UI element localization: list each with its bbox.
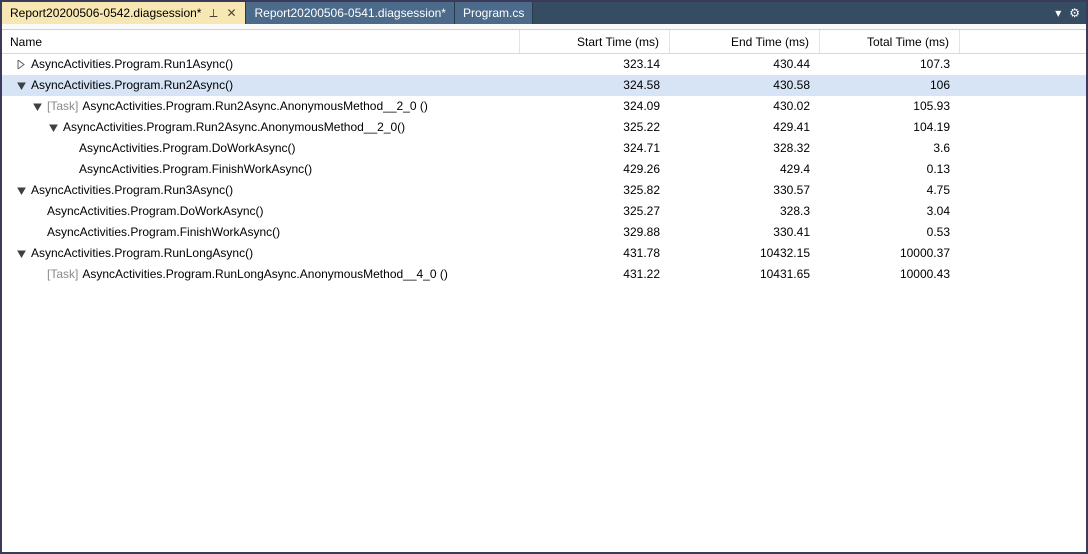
table-row[interactable]: AsyncActivities.Program.Run2Async() 324.5… bbox=[2, 75, 1086, 96]
cell-name: AsyncActivities.Program.Run3Async() bbox=[2, 183, 520, 197]
cell-total: 0.53 bbox=[820, 225, 960, 239]
tab-label: Report20200506-0542.diagsession* bbox=[10, 6, 201, 20]
cell-name: AsyncActivities.Program.Run1Async() bbox=[2, 57, 520, 71]
cell-total: 10000.37 bbox=[820, 246, 960, 260]
cell-total: 4.75 bbox=[820, 183, 960, 197]
close-icon[interactable]: ✕ bbox=[225, 6, 237, 20]
column-header-start[interactable]: Start Time (ms) bbox=[520, 30, 670, 53]
cell-start: 324.09 bbox=[520, 99, 670, 113]
cell-name: [Task] AsyncActivities.Program.RunLongAs… bbox=[2, 267, 520, 281]
cell-end: 430.02 bbox=[670, 99, 820, 113]
cell-start: 325.82 bbox=[520, 183, 670, 197]
cell-end: 10431.65 bbox=[670, 267, 820, 281]
cell-total: 107.3 bbox=[820, 57, 960, 71]
table-row[interactable]: [Task] AsyncActivities.Program.Run2Async… bbox=[2, 96, 1086, 117]
row-name-text: AsyncActivities.Program.Run2Async.Anonym… bbox=[63, 120, 405, 134]
column-header-name[interactable]: Name bbox=[2, 30, 520, 53]
cell-total: 3.04 bbox=[820, 204, 960, 218]
cell-end: 430.44 bbox=[670, 57, 820, 71]
table-row[interactable]: AsyncActivities.Program.RunLongAsync() 43… bbox=[2, 243, 1086, 264]
cell-start: 325.27 bbox=[520, 204, 670, 218]
tab-label: Report20200506-0541.diagsession* bbox=[254, 6, 445, 20]
table-row[interactable]: AsyncActivities.Program.FinishWorkAsync(… bbox=[2, 159, 1086, 180]
row-name-text: AsyncActivities.Program.FinishWorkAsync(… bbox=[79, 162, 312, 176]
task-tag: [Task] bbox=[47, 267, 78, 281]
cell-start: 431.78 bbox=[520, 246, 670, 260]
table-row[interactable]: AsyncActivities.Program.Run2Async.Anonym… bbox=[2, 117, 1086, 138]
table-row[interactable]: AsyncActivities.Program.FinishWorkAsync(… bbox=[2, 222, 1086, 243]
row-name-text: AsyncActivities.Program.DoWorkAsync() bbox=[47, 204, 264, 218]
cell-start: 329.88 bbox=[520, 225, 670, 239]
table-row[interactable]: AsyncActivities.Program.DoWorkAsync() 324… bbox=[2, 138, 1086, 159]
cell-end: 328.3 bbox=[670, 204, 820, 218]
table-row[interactable]: AsyncActivities.Program.DoWorkAsync() 325… bbox=[2, 201, 1086, 222]
cell-total: 10000.43 bbox=[820, 267, 960, 281]
table-row[interactable]: AsyncActivities.Program.Run3Async() 325.8… bbox=[2, 180, 1086, 201]
profiler-grid: Name Start Time (ms) End Time (ms) Total… bbox=[2, 30, 1086, 552]
chevron-down-icon[interactable] bbox=[32, 101, 43, 112]
pin-icon[interactable]: ⟂ bbox=[207, 6, 219, 21]
cell-name: AsyncActivities.Program.FinishWorkAsync(… bbox=[2, 225, 520, 239]
cell-name: AsyncActivities.Program.Run2Async() bbox=[2, 78, 520, 92]
cell-total: 0.13 bbox=[820, 162, 960, 176]
row-name-text: AsyncActivities.Program.Run2Async.Anonym… bbox=[82, 99, 428, 113]
column-header-end[interactable]: End Time (ms) bbox=[670, 30, 820, 53]
chevron-down-icon[interactable] bbox=[16, 248, 27, 259]
cell-total: 105.93 bbox=[820, 99, 960, 113]
tab-program-cs[interactable]: Program.cs bbox=[455, 2, 533, 24]
row-name-text: AsyncActivities.Program.RunLongAsync() bbox=[31, 246, 253, 260]
cell-start: 323.14 bbox=[520, 57, 670, 71]
chevron-down-icon[interactable] bbox=[16, 185, 27, 196]
tab-report-0541[interactable]: Report20200506-0541.diagsession* bbox=[246, 2, 454, 24]
cell-total: 3.6 bbox=[820, 141, 960, 155]
chevron-down-icon[interactable] bbox=[48, 122, 59, 133]
tab-overflow-icon[interactable]: ▾ bbox=[1055, 6, 1061, 20]
tab-label: Program.cs bbox=[463, 6, 524, 20]
grid-header-row: Name Start Time (ms) End Time (ms) Total… bbox=[2, 30, 1086, 54]
row-name-text: AsyncActivities.Program.Run2Async() bbox=[31, 78, 233, 92]
cell-start: 324.58 bbox=[520, 78, 670, 92]
column-header-total[interactable]: Total Time (ms) bbox=[820, 30, 960, 53]
cell-name: [Task] AsyncActivities.Program.Run2Async… bbox=[2, 99, 520, 113]
table-row[interactable]: AsyncActivities.Program.Run1Async() 323.1… bbox=[2, 54, 1086, 75]
chevron-down-icon[interactable] bbox=[16, 80, 27, 91]
row-name-text: AsyncActivities.Program.Run1Async() bbox=[31, 57, 233, 71]
chevron-right-icon[interactable] bbox=[16, 59, 27, 70]
row-name-text: AsyncActivities.Program.FinishWorkAsync(… bbox=[47, 225, 280, 239]
cell-start: 325.22 bbox=[520, 120, 670, 134]
cell-end: 328.32 bbox=[670, 141, 820, 155]
row-name-text: AsyncActivities.Program.Run3Async() bbox=[31, 183, 233, 197]
cell-name: AsyncActivities.Program.FinishWorkAsync(… bbox=[2, 162, 520, 176]
row-name-text: AsyncActivities.Program.DoWorkAsync() bbox=[79, 141, 296, 155]
settings-gear-icon[interactable]: ⚙ bbox=[1069, 6, 1080, 20]
task-tag: [Task] bbox=[47, 99, 78, 113]
cell-name: AsyncActivities.Program.DoWorkAsync() bbox=[2, 204, 520, 218]
cell-name: AsyncActivities.Program.RunLongAsync() bbox=[2, 246, 520, 260]
cell-end: 429.4 bbox=[670, 162, 820, 176]
cell-start: 429.26 bbox=[520, 162, 670, 176]
cell-end: 429.41 bbox=[670, 120, 820, 134]
cell-end: 10432.15 bbox=[670, 246, 820, 260]
grid-body: AsyncActivities.Program.Run1Async() 323.1… bbox=[2, 54, 1086, 285]
row-name-text: AsyncActivities.Program.RunLongAsync.Ano… bbox=[82, 267, 448, 281]
document-tab-strip: Report20200506-0542.diagsession* ⟂ ✕ Rep… bbox=[2, 2, 1086, 24]
cell-total: 104.19 bbox=[820, 120, 960, 134]
tab-strip-controls: ▾ ⚙ bbox=[1055, 2, 1086, 24]
table-row[interactable]: [Task] AsyncActivities.Program.RunLongAs… bbox=[2, 264, 1086, 285]
cell-end: 330.57 bbox=[670, 183, 820, 197]
cell-start: 324.71 bbox=[520, 141, 670, 155]
cell-start: 431.22 bbox=[520, 267, 670, 281]
cell-name: AsyncActivities.Program.Run2Async.Anonym… bbox=[2, 120, 520, 134]
cell-total: 106 bbox=[820, 78, 960, 92]
tab-report-0542[interactable]: Report20200506-0542.diagsession* ⟂ ✕ bbox=[2, 2, 246, 24]
cell-name: AsyncActivities.Program.DoWorkAsync() bbox=[2, 141, 520, 155]
cell-end: 430.58 bbox=[670, 78, 820, 92]
cell-end: 330.41 bbox=[670, 225, 820, 239]
